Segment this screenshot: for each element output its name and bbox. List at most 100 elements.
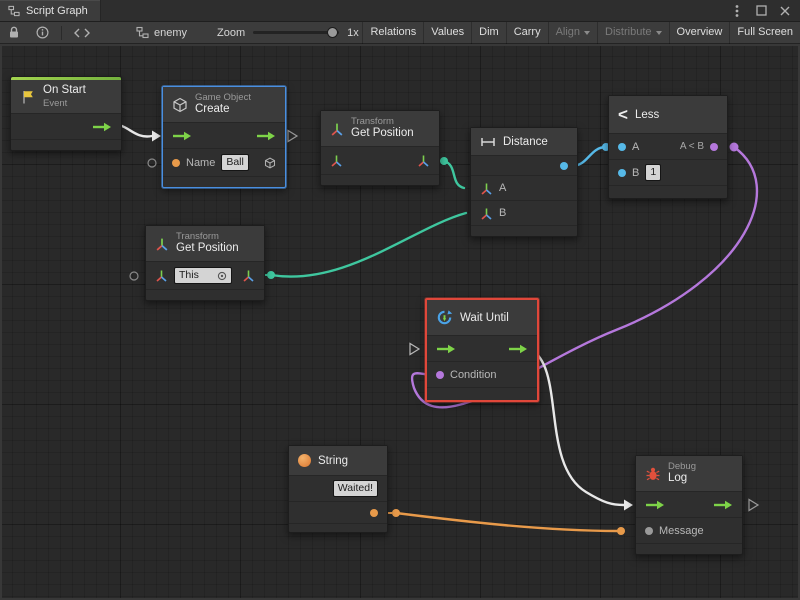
less-b-port[interactable] (618, 169, 626, 177)
vector3-output-port-icon[interactable] (417, 154, 430, 167)
wire-endpoint-dot (617, 527, 625, 535)
wire-getposition-to-distance-a[interactable] (444, 161, 464, 188)
values-button[interactable]: Values (423, 22, 471, 44)
gameobject-output-port-cube-icon[interactable] (264, 157, 276, 169)
node-less[interactable]: < Less A A < B B 1 (608, 95, 728, 199)
lock-icon[interactable] (0, 22, 28, 44)
input-row-a: A (471, 176, 577, 201)
unconnected-flow-triangle[interactable] (288, 131, 297, 142)
wire-endpoint-dot (440, 157, 448, 165)
less-output-port[interactable] (710, 143, 718, 151)
zoom-slider-knob[interactable] (327, 27, 338, 38)
unconnected-port-circle[interactable] (148, 159, 156, 167)
distance-output-port[interactable] (560, 162, 568, 170)
less-a-port[interactable] (618, 143, 626, 151)
vector3-port-icon[interactable] (480, 207, 493, 220)
node-string[interactable]: String Waited! (288, 445, 388, 533)
node-footer (321, 175, 439, 185)
window-menu-icon[interactable] (730, 4, 744, 18)
name-input-port[interactable] (172, 159, 180, 167)
flow-input-port[interactable] (645, 500, 665, 510)
graph-name[interactable]: enemy (136, 26, 187, 39)
b-value-field[interactable]: 1 (645, 164, 661, 181)
node-title: On Start (43, 84, 86, 98)
node-footer (471, 226, 577, 236)
condition-row: Condition (427, 362, 537, 388)
object-picker-icon[interactable] (217, 271, 227, 281)
node-title: Log (668, 472, 696, 486)
node-header: String (289, 446, 387, 476)
node-footer (289, 524, 387, 532)
dim-label: Dim (479, 22, 499, 43)
wire-waituntil-to-log[interactable] (530, 349, 624, 505)
zoom-slider[interactable] (253, 31, 339, 34)
b-field-value: 1 (650, 165, 656, 180)
wire-endpoint-dot (730, 143, 739, 152)
message-row: Message (636, 518, 742, 544)
full-screen-button[interactable]: Full Screen (729, 22, 800, 44)
node-create[interactable]: Game Object Create Name Ball (162, 86, 286, 188)
node-get-position-top[interactable]: Transform Get Position (320, 110, 440, 186)
node-title: Get Position (176, 242, 239, 256)
flow-output-port[interactable] (92, 122, 112, 132)
flow-input-port[interactable] (172, 131, 192, 141)
unconnected-flow-triangle[interactable] (410, 344, 419, 355)
script-graph-icon (8, 5, 20, 17)
info-icon[interactable] (28, 22, 57, 44)
flow-output-port[interactable] (713, 500, 733, 510)
vector3-output-port-icon[interactable] (242, 269, 255, 282)
name-field[interactable]: Ball (221, 154, 249, 171)
flow-output-port[interactable] (256, 131, 276, 141)
graph-canvas[interactable]: On Start Event Game Object Creat (0, 44, 800, 600)
message-port[interactable] (645, 527, 653, 535)
wire-string-to-log[interactable] (396, 513, 618, 531)
maximize-icon[interactable] (754, 4, 768, 18)
node-header: Distance (471, 128, 577, 156)
align-button[interactable]: Align (548, 22, 597, 44)
node-on-start[interactable]: On Start Event (10, 76, 122, 151)
flow-input-port[interactable] (436, 344, 456, 354)
node-title: Less (635, 109, 659, 121)
node-header: Game Object Create (163, 87, 285, 123)
node-footer (427, 388, 537, 400)
close-icon[interactable] (778, 4, 792, 18)
node-title: String (318, 455, 348, 467)
target-field[interactable]: This (174, 267, 232, 284)
carry-button[interactable]: Carry (506, 22, 548, 44)
relations-button[interactable]: Relations (362, 22, 423, 44)
name-field-value: Ball (226, 155, 244, 170)
port-a-label: A (632, 141, 639, 153)
node-distance[interactable]: Distance A B (470, 127, 578, 237)
unconnected-flow-triangle[interactable] (749, 500, 758, 511)
value-row: Waited! (289, 476, 387, 502)
name-label: Name (186, 157, 215, 169)
condition-port[interactable] (436, 371, 444, 379)
node-category: Transform (176, 231, 239, 242)
flow-output-port[interactable] (508, 344, 528, 354)
full-screen-label: Full Screen (737, 22, 793, 43)
transform-input-port-icon[interactable] (330, 154, 343, 167)
node-title: Get Position (351, 127, 414, 141)
node-debug-log[interactable]: Debug Log Message (635, 455, 743, 555)
graph-asset-icon (136, 26, 149, 39)
chevron-down-icon (656, 31, 662, 35)
collapse-icon[interactable] (66, 22, 98, 44)
node-get-position-left[interactable]: Transform Get Position This (145, 225, 265, 301)
flow-row (11, 114, 121, 140)
transform-input-port-icon[interactable] (155, 269, 168, 282)
string-value-field[interactable]: Waited! (333, 480, 378, 497)
overview-button[interactable]: Overview (669, 22, 730, 44)
wire-arrowhead (152, 131, 161, 142)
distribute-button[interactable]: Distribute (597, 22, 668, 44)
node-wait-until[interactable]: Wait Until Condition (425, 298, 539, 402)
zoom-label: Zoom (217, 27, 245, 39)
dim-button[interactable]: Dim (471, 22, 506, 44)
string-output-port[interactable] (370, 509, 378, 517)
unity-visual-scripting-window: Script Graph (0, 0, 800, 600)
input-row-b: B (471, 201, 577, 226)
tab-script-graph[interactable]: Script Graph (0, 0, 101, 21)
wire-getposition-to-distance-b[interactable] (271, 213, 466, 277)
vector3-port-icon[interactable] (480, 182, 493, 195)
unconnected-port-circle[interactable] (130, 272, 138, 280)
input-row-b: B 1 (609, 160, 727, 186)
